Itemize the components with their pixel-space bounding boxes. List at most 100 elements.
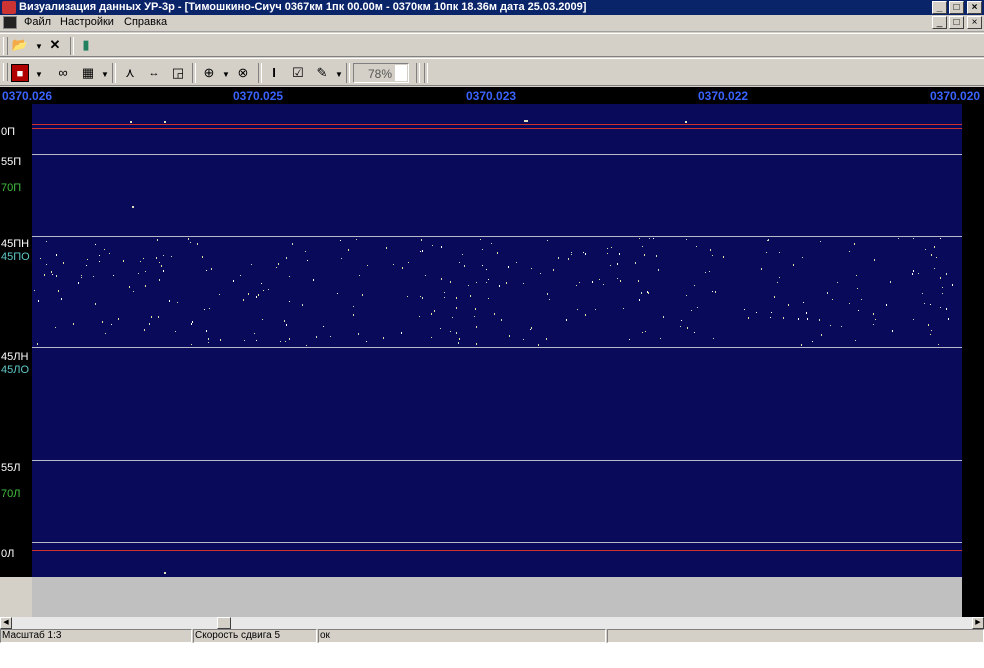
- exit-door-icon[interactable]: ▮: [77, 36, 95, 54]
- signal-dot: [912, 273, 913, 275]
- record-dropdown-arrow-icon[interactable]: ▼: [35, 70, 43, 79]
- doc-close-button[interactable]: ×: [967, 16, 982, 29]
- signal-dot: [723, 256, 724, 258]
- zoom-fit-icon[interactable]: ⊗: [234, 64, 252, 82]
- scroll-right-button[interactable]: ▶: [972, 617, 984, 629]
- doc-minimize-button[interactable]: _: [932, 16, 947, 29]
- menu-help[interactable]: Справка: [124, 16, 167, 28]
- signal-dot: [38, 300, 39, 302]
- measure-distance-icon[interactable]: ↔: [145, 64, 163, 82]
- signal-dot: [942, 287, 943, 288]
- signal-dot: [579, 282, 580, 283]
- signal-dot: [886, 304, 887, 306]
- scroll-thumb[interactable]: [217, 617, 231, 629]
- signal-dot: [444, 292, 445, 293]
- zoom-level-value: 78%: [368, 67, 393, 81]
- signal-dot: [130, 121, 132, 123]
- minimize-button[interactable]: _: [932, 1, 947, 14]
- close-file-icon[interactable]: ✕: [46, 36, 64, 54]
- signal-dot: [286, 257, 287, 259]
- checkbox-icon[interactable]: ☑: [289, 64, 307, 82]
- signal-dot: [157, 239, 158, 241]
- signal-dot: [151, 316, 152, 318]
- scan-plot-area[interactable]: [32, 104, 962, 577]
- paint-icon[interactable]: ✎: [313, 64, 331, 82]
- toolbar-separator-6: [416, 63, 420, 83]
- signal-dot: [497, 252, 498, 254]
- signal-dot: [617, 278, 618, 279]
- ruler-label: 0370.026: [2, 89, 53, 103]
- signal-dot: [641, 292, 642, 294]
- resize-icon[interactable]: ◲: [169, 64, 187, 82]
- signal-dot: [830, 325, 831, 326]
- signal-dot: [924, 303, 925, 304]
- zoom-level-spin[interactable]: [395, 65, 407, 81]
- signal-dot: [61, 298, 62, 300]
- signal-dot: [87, 259, 88, 260]
- signal-dot: [875, 319, 876, 320]
- signal-dot: [113, 275, 114, 276]
- signal-dot: [353, 306, 354, 307]
- signal-dot: [687, 327, 688, 329]
- signal-dot: [46, 241, 47, 242]
- signal-dot: [922, 293, 923, 294]
- signal-dot: [607, 253, 608, 254]
- open-dropdown-arrow-icon[interactable]: ▼: [35, 42, 43, 51]
- record-icon[interactable]: ■: [11, 64, 29, 82]
- horizontal-scrollbar[interactable]: ◀ ▶: [0, 617, 984, 629]
- close-button[interactable]: ×: [967, 1, 982, 14]
- signal-dot: [925, 249, 926, 250]
- signal-dot: [133, 291, 134, 292]
- doc-restore-button[interactable]: □: [949, 16, 964, 29]
- text-cursor-icon[interactable]: I: [265, 64, 283, 82]
- channel-label-45po: 45ПО: [1, 251, 30, 263]
- signal-dot: [705, 272, 706, 273]
- scroll-left-button[interactable]: ◀: [0, 617, 12, 629]
- calculator-dropdown-arrow-icon[interactable]: ▼: [101, 70, 109, 79]
- menu-file[interactable]: Файл: [24, 16, 51, 28]
- toolbar-grip[interactable]: [3, 37, 8, 55]
- signal-dot: [204, 309, 205, 310]
- signal-dot: [285, 341, 286, 342]
- calculator-icon[interactable]: ▦: [79, 64, 97, 82]
- signal-dot: [486, 269, 487, 270]
- binoculars-icon[interactable]: ∞: [54, 64, 72, 82]
- signal-dot: [663, 316, 664, 318]
- signal-dot: [46, 264, 47, 265]
- open-folder-icon[interactable]: 📂: [11, 36, 29, 54]
- document-icon[interactable]: [3, 16, 17, 29]
- signal-dot: [407, 296, 408, 297]
- signal-dot: [305, 251, 306, 252]
- signal-dot: [169, 300, 170, 302]
- zoom-dropdown-arrow-icon[interactable]: ▼: [222, 70, 230, 79]
- signal-dot: [340, 240, 341, 241]
- toolbar-separator-5: [346, 63, 350, 83]
- zoom-icon[interactable]: ⊕: [200, 64, 218, 82]
- signal-dot: [685, 121, 687, 123]
- signal-dot: [476, 326, 477, 328]
- signal-dot: [452, 317, 453, 318]
- signal-dot: [607, 248, 608, 249]
- toolbar-grip-2[interactable]: [3, 63, 8, 81]
- signal-dot: [99, 255, 100, 256]
- signal-dot: [163, 270, 164, 272]
- signal-dot: [353, 314, 354, 316]
- signal-dot: [63, 262, 64, 264]
- signal-dot: [159, 262, 160, 263]
- signal-dot: [58, 290, 59, 292]
- maximize-button[interactable]: □: [949, 1, 964, 14]
- signal-dot: [766, 252, 767, 253]
- signal-dot: [462, 254, 463, 255]
- compass-icon[interactable]: ⋏: [121, 64, 139, 82]
- signal-dot: [206, 270, 207, 271]
- menu-settings[interactable]: Настройки: [60, 16, 114, 28]
- menu-bar: Файл Настройки Справка _ □ ×: [0, 15, 984, 32]
- signal-dot: [56, 275, 57, 277]
- signal-dot: [696, 246, 697, 247]
- signal-dot: [261, 283, 262, 284]
- zoom-level-field[interactable]: 78%: [353, 63, 409, 83]
- paint-dropdown-arrow-icon[interactable]: ▼: [335, 70, 343, 79]
- toolbar-separator-4: [258, 63, 262, 83]
- signal-dot: [256, 296, 257, 298]
- signal-dot: [359, 275, 360, 276]
